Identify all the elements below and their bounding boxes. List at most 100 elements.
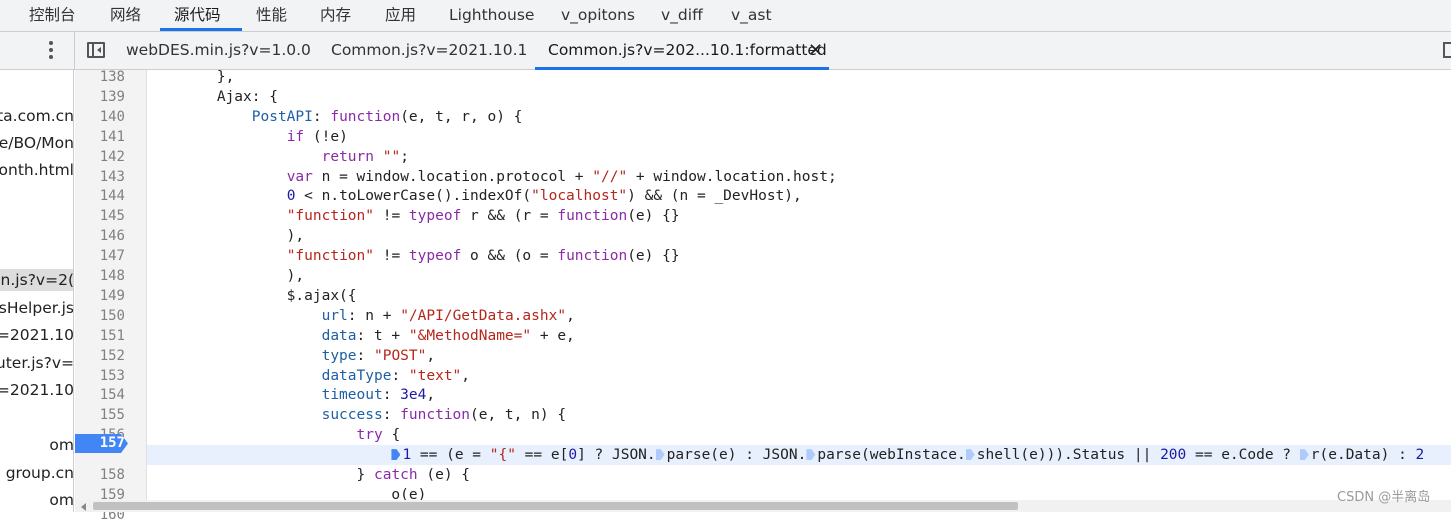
- code-line[interactable]: return "";: [147, 147, 409, 167]
- line-number[interactable]: 152: [75, 346, 125, 366]
- breakpoint-marker[interactable]: 157: [75, 434, 128, 453]
- tab-lighthouse[interactable]: Lighthouse: [449, 0, 534, 31]
- line-number[interactable]: 139: [75, 87, 125, 107]
- code-line[interactable]: Ajax: {: [147, 87, 278, 107]
- navigator-item-selected[interactable]: non.js?v=2(: [0, 269, 73, 291]
- line-number[interactable]: 151: [75, 326, 125, 346]
- navigator-item[interactable]: om: [0, 489, 73, 511]
- horizontal-scrollbar[interactable]: [75, 500, 1451, 512]
- code-line[interactable]: ),: [147, 266, 304, 286]
- code-token: :: [382, 407, 401, 424]
- execution-point-icon[interactable]: [965, 449, 975, 461]
- code-token: (e, t, n) {: [470, 407, 567, 424]
- tab-v-diff[interactable]: v_diff: [661, 0, 703, 31]
- code-line[interactable]: success: function(e, t, n) {: [147, 405, 566, 425]
- code-line[interactable]: url: n + "/API/GetData.ashx",: [147, 306, 575, 326]
- code-line[interactable]: ),: [147, 226, 304, 246]
- code-line[interactable]: if (!e): [147, 127, 348, 147]
- code-line[interactable]: 0 < n.toLowerCase().indexOf("localhost")…: [147, 186, 802, 206]
- code-token: :: [382, 387, 401, 404]
- watermark: CSDN @半离岛: [1337, 490, 1431, 505]
- file-tab-webdes[interactable]: webDES.min.js?v=1.0.0: [126, 32, 311, 69]
- code-line[interactable]: PostAPI: function(e, t, r, o) {: [147, 107, 523, 127]
- navigator-item[interactable]: e/BO/Mon: [0, 132, 73, 154]
- more-options-icon[interactable]: [43, 37, 59, 63]
- code-line[interactable]: "function" != typeof r && (r = function(…: [147, 206, 680, 226]
- code-token: try: [356, 427, 383, 444]
- code-line[interactable]: 1 == (e = "{" == e[0] ? JSON. parse(e) : …: [147, 445, 1451, 466]
- navigator-item[interactable]: onth.html: [0, 159, 73, 181]
- line-number[interactable]: 144: [75, 186, 125, 206]
- tab-network[interactable]: 网络: [110, 0, 141, 31]
- code-line[interactable]: timeout: 3e4,: [147, 385, 436, 405]
- line-number[interactable]: 148: [75, 266, 125, 286]
- line-number[interactable]: 150: [75, 306, 125, 326]
- scroll-left-icon[interactable]: [81, 503, 86, 511]
- navigator-item[interactable]: ta.com.cn: [0, 105, 73, 127]
- code-line[interactable]: o(e): [147, 485, 426, 500]
- navigator-divider: [74, 32, 75, 70]
- code-line[interactable]: },: [147, 70, 234, 87]
- line-number[interactable]: 145: [75, 206, 125, 226]
- code-token: Ajax: {: [147, 88, 278, 105]
- toggle-navigator-icon[interactable]: [87, 42, 105, 58]
- close-tab-icon[interactable]: ✕: [808, 41, 823, 61]
- code-line[interactable]: dataType: "text",: [147, 366, 470, 386]
- execution-point-icon[interactable]: [391, 449, 401, 461]
- execution-point-icon[interactable]: [806, 449, 816, 461]
- scrollbar-thumb[interactable]: [93, 502, 1018, 510]
- toggle-debugger-icon[interactable]: [1443, 42, 1451, 58]
- tab-v-ast[interactable]: v_ast: [731, 0, 772, 31]
- line-number[interactable]: 138: [75, 67, 125, 87]
- navigator-item[interactable]: om: [0, 434, 73, 456]
- navigator-item[interactable]: v=2021.10: [0, 324, 73, 346]
- line-number[interactable]: 146: [75, 226, 125, 246]
- code-line[interactable]: } catch (e) {: [147, 465, 471, 485]
- line-number[interactable]: 147: [75, 246, 125, 266]
- code-line[interactable]: try {: [147, 425, 401, 445]
- line-number[interactable]: 149: [75, 286, 125, 306]
- file-tab-common[interactable]: Common.js?v=2021.10.1: [331, 32, 527, 69]
- navigator-item[interactable]: tsHelper.js: [0, 297, 73, 319]
- line-number[interactable]: 155: [75, 405, 125, 425]
- tab-memory[interactable]: 内存: [320, 0, 351, 31]
- line-number[interactable]: 154: [75, 385, 125, 405]
- line-number[interactable]: 153: [75, 366, 125, 386]
- line-number[interactable]: 141: [75, 127, 125, 147]
- execution-point-icon[interactable]: [655, 449, 665, 461]
- code-line[interactable]: "function" != typeof o && (o = function(…: [147, 246, 680, 266]
- code-token: :: [356, 347, 374, 364]
- navigator-item[interactable]: group.cn: [0, 462, 73, 484]
- file-tab-common-formatted[interactable]: Common.js?v=202...10.1:formatted: [548, 32, 827, 69]
- code-token: PostAPI: [147, 108, 313, 125]
- tab-performance[interactable]: 性能: [256, 0, 287, 31]
- line-number[interactable]: 158: [75, 465, 125, 485]
- code-editor[interactable]: }, Ajax: { PostAPI: function(e, t, r, o)…: [147, 70, 1451, 500]
- line-number[interactable]: 140: [75, 107, 125, 127]
- code-token: ,: [426, 347, 436, 364]
- code-token: (e) {}: [627, 248, 680, 265]
- line-number[interactable]: 142: [75, 147, 125, 167]
- editor-file-tabs: webDES.min.js?v=1.0.0 Common.js?v=2021.1…: [0, 32, 1451, 70]
- execution-point-icon[interactable]: [1299, 449, 1309, 461]
- code-line[interactable]: $.ajax({: [147, 286, 357, 306]
- tab-v-opitons[interactable]: v_opitons: [561, 0, 635, 31]
- tab-application[interactable]: 应用: [385, 0, 416, 31]
- code-token: + e,: [531, 327, 575, 344]
- navigator-item[interactable]: ?v=2021.10: [0, 379, 73, 401]
- navigator-item[interactable]: outer.js?v=: [0, 352, 73, 374]
- tab-console[interactable]: 控制台: [29, 0, 76, 31]
- code-line[interactable]: type: "POST",: [147, 346, 436, 366]
- code-token: 200: [1160, 447, 1187, 464]
- code-token: :: [391, 367, 409, 384]
- line-number[interactable]: 143: [75, 167, 125, 187]
- tab-sources[interactable]: 源代码: [174, 0, 221, 31]
- code-token: "{": [489, 447, 516, 464]
- code-line[interactable]: data: t + "&MethodName=" + e,: [147, 326, 575, 346]
- code-token: == (e =: [411, 447, 490, 464]
- code-line[interactable]: var n = window.location.protocol + "//" …: [147, 167, 837, 187]
- active-tab-indicator: [160, 28, 242, 31]
- file-navigator: ta.com.cn e/BO/Mon onth.html non.js?v=2(…: [0, 70, 74, 512]
